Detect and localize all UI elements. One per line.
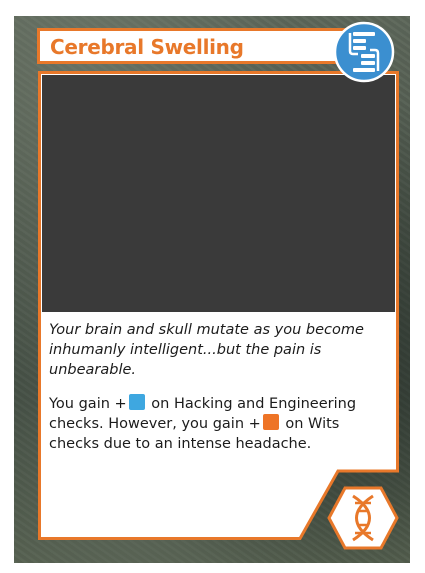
flavor-text: Your brain and skull mutate as you becom… [49, 322, 364, 378]
blue-die-icon [128, 394, 145, 410]
orange-die-icon [262, 414, 279, 430]
rules-text-part1: You gain + [49, 396, 127, 412]
rules-text: You gain + on Hacking and Engineering ch… [49, 394, 379, 454]
card-title-bar: Cerebral Swelling [37, 28, 377, 64]
card-art-placeholder [42, 75, 395, 312]
dna-icon [327, 486, 399, 550]
card-title: Cerebral Swelling [50, 35, 244, 59]
brain-type-icon [333, 21, 395, 83]
